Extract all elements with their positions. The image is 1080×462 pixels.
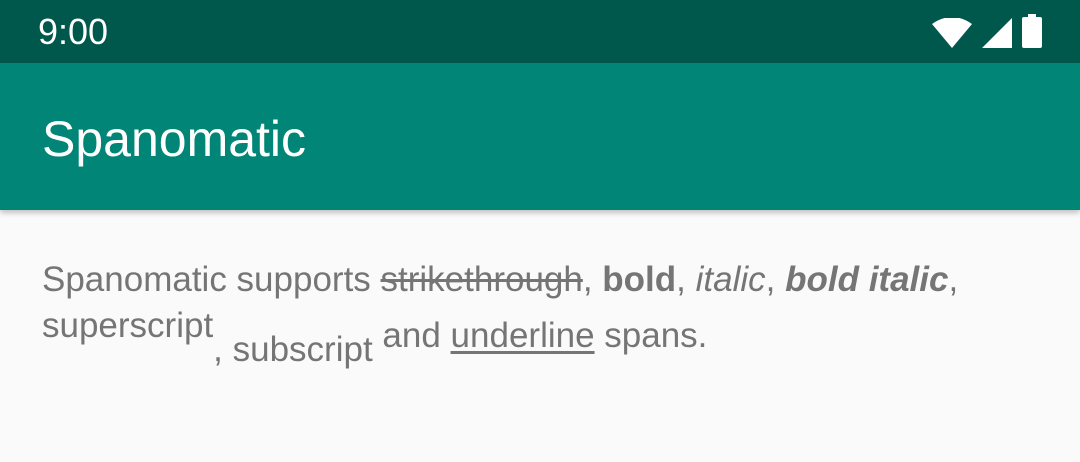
status-time: 9:00 [38,11,109,52]
separator: , [582,260,603,299]
subscript-group: , subscript [213,330,373,369]
app-screen: 9:00 Spanomatic Spanomatic supports stri… [0,0,1080,462]
separator: , [213,330,233,369]
status-bar: 9:00 [0,0,1080,63]
battery-icon [1022,14,1042,48]
outro-text: spans. [594,316,708,355]
cellular-signal-icon [982,18,1012,48]
superscript-span: superscript [42,306,214,345]
strikethrough-span: strikethrough [380,260,583,299]
app-bar: Spanomatic [0,63,1080,210]
status-icons [932,14,1042,48]
intro-text: Spanomatic supports [42,260,381,299]
bold-italic-span: bold italic [785,260,949,299]
and-text: and [372,316,451,355]
separator: , [765,260,786,299]
spans-text: Spanomatic supports strikethrough, bold,… [42,252,1042,369]
italic-span: italic [695,260,766,299]
app-title: Spanomatic [42,111,307,167]
separator: , [948,260,959,299]
separator: , [676,260,696,299]
subscript-span: subscript [232,330,373,369]
wifi-icon [932,18,972,48]
bold-span: bold [602,260,677,299]
underline-span: underline [450,316,595,355]
